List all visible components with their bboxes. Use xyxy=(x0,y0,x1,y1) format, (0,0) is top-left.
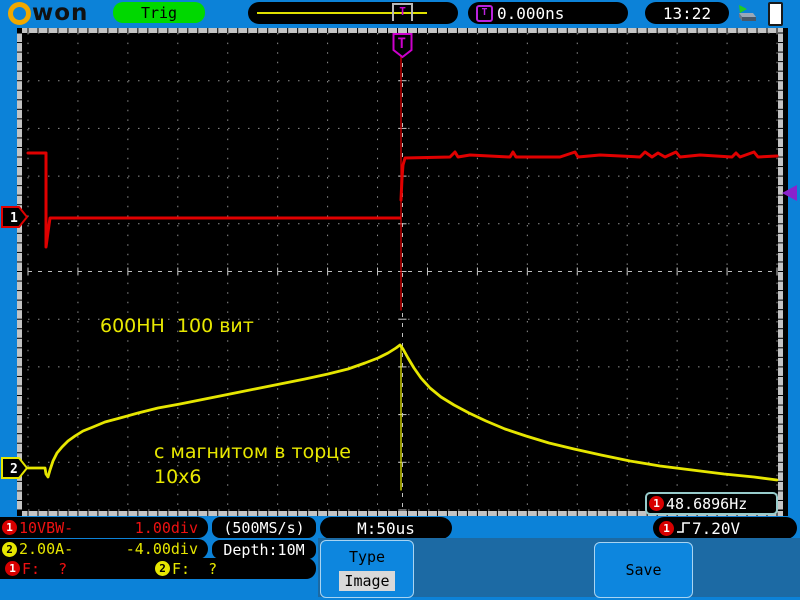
ch1-badge-icon: 1 xyxy=(2,520,17,535)
memory-depth-pill: Depth:10M xyxy=(212,540,316,559)
frequency-readout-badge: 1 48.6896Hz xyxy=(645,492,778,515)
ch2-position: -4.00div xyxy=(126,540,198,558)
top-ruler xyxy=(22,28,783,33)
meas1-label: F: xyxy=(22,560,40,578)
trigger-source-badge-icon: 1 xyxy=(659,521,674,536)
annotation-size: 10x6 xyxy=(154,466,202,488)
rising-edge-icon xyxy=(676,520,692,536)
meas1-badge-icon: 1 xyxy=(5,561,20,576)
ch1-position: 1.00div xyxy=(135,519,198,537)
sample-rate-pill: (500MS/s) xyxy=(212,517,316,538)
ch2-position-tag-label: 2 xyxy=(10,462,18,477)
annotation-magnet: с магнитом в торце xyxy=(154,441,351,463)
oscilloscope-screen: won Trig T T 0.000ns 13:22 12T 600НН 100… xyxy=(0,0,800,600)
save-button[interactable]: Save xyxy=(594,542,693,598)
trigger-level-pill: 1 7.20V xyxy=(653,517,797,539)
type-menu-button[interactable]: Type Image xyxy=(320,540,414,598)
ch1-scale: 10VBW- xyxy=(19,519,73,537)
frequency-value: 48.6896Hz xyxy=(666,495,747,513)
timebase-pill: M:50us xyxy=(320,517,452,539)
type-selected-value[interactable]: Image xyxy=(339,571,394,591)
trigger-level-value: 7.20V xyxy=(692,519,740,538)
ch2-status-pill: 2 2.00A- -4.00div xyxy=(0,539,208,559)
measurement-strip: 1 F: ? 2 F: ? xyxy=(0,558,316,579)
meas2-badge-icon: 2 xyxy=(155,561,170,576)
ch2-scale: 2.00A- xyxy=(19,540,73,558)
trigger-position-label: T xyxy=(398,36,406,52)
ch1-badge-icon: 1 xyxy=(649,496,664,511)
meas2-value: ? xyxy=(208,560,217,578)
meas1-value: ? xyxy=(58,560,67,578)
ch1-position-tag-label: 1 xyxy=(10,211,18,226)
annotation-core-type: 600НН 100 вит xyxy=(100,315,254,337)
ch1-status-pill: 1 10VBW- 1.00div xyxy=(0,517,208,538)
type-label: Type xyxy=(349,548,385,566)
ch2-badge-icon: 2 xyxy=(2,542,17,557)
meas2-label: F: xyxy=(172,560,190,578)
waveform-display: 1 2 T xyxy=(0,0,800,530)
